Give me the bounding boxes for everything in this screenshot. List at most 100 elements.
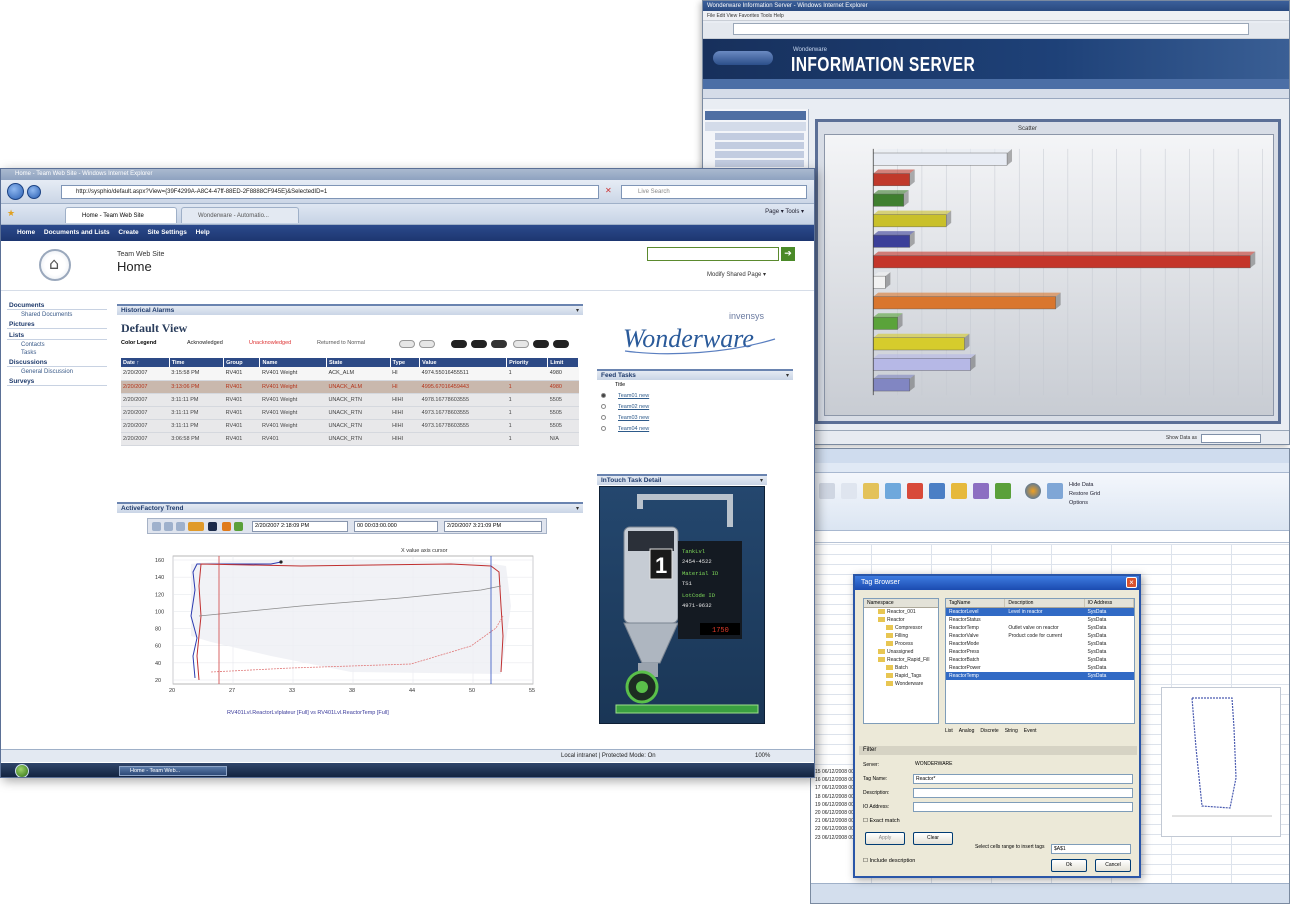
stop-icon[interactable]: ✕ xyxy=(605,186,612,195)
ribbon-icon[interactable] xyxy=(929,483,945,499)
alarm-row[interactable]: 2/20/2007 3:15:58 PM RV401 RV401 Weight ACK_… xyxy=(121,367,579,381)
info-server-nav[interactable] xyxy=(703,79,1289,89)
tab-discrete[interactable]: Discrete xyxy=(980,728,998,738)
tag-row[interactable]: ReactorTemp SysData xyxy=(946,672,1134,680)
nav-help[interactable]: Help xyxy=(196,229,210,236)
ribbon-icon[interactable] xyxy=(907,483,923,499)
filter-description-input[interactable] xyxy=(913,788,1133,798)
col-tagname[interactable]: TagName xyxy=(946,599,1006,607)
live-icon[interactable] xyxy=(222,522,231,531)
ribbon-icon[interactable] xyxy=(995,483,1011,499)
tab-string[interactable]: String xyxy=(1005,728,1018,738)
task-item[interactable]: Team01 new xyxy=(597,391,793,402)
nav-site-settings[interactable]: Site Settings xyxy=(147,229,186,236)
tab-list[interactable]: List xyxy=(945,728,953,738)
ribbon-icon[interactable] xyxy=(1025,483,1041,499)
modify-page-link[interactable]: Modify Shared Page ▾ xyxy=(707,271,766,278)
tab-home[interactable]: Home - Team Web Site xyxy=(65,207,177,223)
start-time-input[interactable]: 2/20/2007 2:18:09 PM xyxy=(252,521,348,532)
tag-row[interactable]: ReactorMode SysData xyxy=(946,640,1134,648)
nav-prev-icon[interactable] xyxy=(164,522,173,531)
namespace-tree[interactable]: Namespace Reactor_001 Reactor Compressor… xyxy=(863,598,939,724)
pause-icon[interactable] xyxy=(208,522,217,531)
taskbar-item[interactable]: Home - Team Web... xyxy=(119,766,227,776)
ql-discussions[interactable]: Discussions xyxy=(7,359,107,367)
tag-row[interactable]: ReactorBatch SysData xyxy=(946,656,1134,664)
col-io-address[interactable]: IO Address xyxy=(1085,599,1134,607)
start-button[interactable] xyxy=(15,764,29,777)
excel-formula-bar[interactable] xyxy=(811,531,1289,543)
apply-button[interactable]: Apply xyxy=(865,832,905,845)
col-limit[interactable]: Limit xyxy=(547,358,579,367)
alarms-table[interactable]: Date ↑ Time Group Name State Type Value … xyxy=(121,358,579,446)
tree-node[interactable]: Reactor xyxy=(864,616,938,624)
tag-row[interactable]: ReactorStatus SysData xyxy=(946,616,1134,624)
tree-node[interactable]: Rapid_Tags xyxy=(864,672,938,680)
col-name[interactable]: Name xyxy=(259,358,327,367)
ribbon-icon[interactable] xyxy=(841,483,857,499)
refresh-icon[interactable] xyxy=(234,522,243,531)
tree-node[interactable]: Reactor_001 xyxy=(864,608,938,616)
ql-surveys[interactable]: Surveys xyxy=(7,378,107,386)
ribbon-icon[interactable] xyxy=(951,483,967,499)
play-icon[interactable] xyxy=(188,522,204,531)
sp-search-input[interactable] xyxy=(647,247,779,261)
alarm-row[interactable]: 2/20/2007 3:13:06 PM RV401 RV401 Weight UNAC… xyxy=(121,380,579,394)
tree-node[interactable]: Batch xyxy=(864,664,938,672)
home-icon[interactable] xyxy=(39,249,71,281)
tag-row[interactable]: ReactorValve Product code for current SysD… xyxy=(946,632,1134,640)
col-type[interactable]: Type xyxy=(390,358,421,367)
duration-input[interactable]: 00 00:03:00.000 xyxy=(354,521,438,532)
exact-match-checkbox[interactable]: ☐ Exact match xyxy=(863,818,900,824)
radio-icon[interactable] xyxy=(601,393,606,399)
tag-row[interactable]: ReactorTemp Outlet valve on reactor SysDat… xyxy=(946,624,1134,632)
col-group[interactable]: Group xyxy=(223,358,261,367)
info-server-menubar[interactable]: File Edit View Favorites Tools Help xyxy=(703,11,1289,21)
tab-analog[interactable]: Analog xyxy=(959,728,975,738)
tag-list[interactable]: TagName Description IO Address ReactorLe… xyxy=(945,598,1135,724)
col-date[interactable]: Date ↑ xyxy=(121,358,170,367)
bar[interactable] xyxy=(873,149,1013,166)
sidebar-item[interactable] xyxy=(715,142,804,149)
tag-row[interactable]: ReactorPress SysData xyxy=(946,648,1134,656)
ql-documents[interactable]: Documents xyxy=(7,302,107,310)
ok-button[interactable]: Ok xyxy=(1051,859,1087,872)
alarm-row[interactable]: 2/20/2007 3:06:58 PM RV401 RV401 UNACK_RTN HI… xyxy=(121,432,579,446)
tree-node[interactable]: Wonderware xyxy=(864,680,938,688)
ribbon-icon[interactable] xyxy=(863,483,879,499)
info-server-toolbar[interactable] xyxy=(703,23,1289,39)
filter-io-input[interactable] xyxy=(913,802,1133,812)
bar[interactable] xyxy=(873,313,903,330)
radio-icon[interactable] xyxy=(601,415,606,421)
bar[interactable] xyxy=(873,251,1256,269)
info-server-address[interactable] xyxy=(733,23,1249,35)
excel-mini-chart[interactable] xyxy=(1161,687,1281,837)
nav-first-icon[interactable] xyxy=(152,522,161,531)
zoom-level[interactable]: 100% xyxy=(755,750,770,763)
webpart-menu-icon[interactable]: ▾ xyxy=(576,306,579,316)
tag-row[interactable]: ReactorPower SysData xyxy=(946,664,1134,672)
include-description-checkbox[interactable]: ☐ Include description xyxy=(863,858,915,864)
footer-select[interactable] xyxy=(1201,434,1261,443)
end-time-input[interactable]: 2/20/2007 3:21:09 PM xyxy=(444,521,542,532)
sidebar-item[interactable] xyxy=(715,151,804,158)
close-icon[interactable]: × xyxy=(1126,577,1137,588)
tree-node[interactable]: Compressor xyxy=(864,624,938,632)
range-input[interactable]: $A$1 xyxy=(1051,844,1131,854)
alarm-row[interactable]: 2/20/2007 3:11:11 PM RV401 RV401 Weight UNAC… xyxy=(121,393,579,407)
nav-home[interactable]: Home xyxy=(17,229,35,236)
nav-next-icon[interactable] xyxy=(176,522,185,531)
nav-documents[interactable]: Documents and Lists xyxy=(44,229,110,236)
bar[interactable] xyxy=(873,231,915,248)
forward-icon[interactable] xyxy=(27,185,41,199)
tree-node[interactable]: Filling xyxy=(864,632,938,640)
task-item[interactable]: Team04 new xyxy=(597,424,793,435)
excel-ribbon[interactable]: Hide Data Restore Grid Options xyxy=(811,473,1289,531)
ribbon-icon[interactable] xyxy=(973,483,989,499)
ribbon-icon[interactable] xyxy=(1047,483,1063,499)
bar[interactable] xyxy=(873,354,976,371)
search-go-icon[interactable]: ➔ xyxy=(781,247,795,261)
tree-node[interactable]: Reactor_Rapid_Fill xyxy=(864,656,938,664)
sidebar-item[interactable] xyxy=(715,160,804,167)
ql-tasks[interactable]: Tasks xyxy=(7,350,107,356)
